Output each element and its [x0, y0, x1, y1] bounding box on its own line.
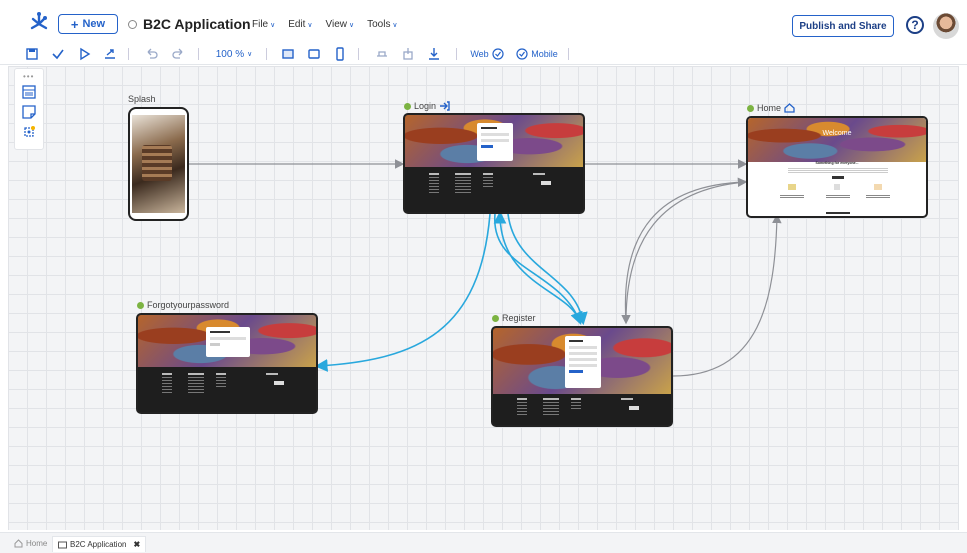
node-name: Login [414, 101, 437, 111]
node-name: Home [757, 103, 782, 113]
status-dot [404, 102, 411, 110]
home-icon [784, 103, 795, 113]
connector-register-home[interactable] [624, 177, 748, 323]
status-dot [747, 104, 754, 112]
node-label-forgot-password: Forgotyourpassword [137, 300, 229, 310]
tab-b2c-application[interactable]: B2C Application ✖ [52, 536, 147, 552]
connector-home-register[interactable] [621, 181, 746, 325]
document-tabs: Home B2C Application ✖ [0, 532, 967, 553]
forgot-footer [138, 367, 316, 412]
node-label-login: Login [404, 101, 450, 111]
login-icon [440, 101, 450, 111]
splash-image [132, 115, 185, 213]
tab-label: B2C Application [70, 540, 127, 549]
home-icon [14, 539, 23, 548]
close-icon[interactable]: ✖ [133, 540, 140, 549]
node-login[interactable] [403, 113, 585, 214]
tab-label: Home [26, 539, 48, 548]
node-forgot-password[interactable] [136, 313, 318, 414]
forgot-form-card [206, 327, 250, 357]
node-name: Splash [128, 94, 156, 104]
home-hero-art [748, 118, 926, 162]
node-home[interactable]: Welcome Something for everyone... [746, 116, 928, 218]
tab-home[interactable]: Home [14, 536, 47, 551]
node-splash[interactable] [128, 107, 189, 221]
connector-register-home-2[interactable] [672, 213, 782, 377]
register-form-card [565, 336, 601, 388]
connector-login-forgot[interactable] [314, 213, 491, 372]
status-dot [492, 314, 499, 322]
node-label-home: Home [747, 103, 795, 113]
login-form-card [477, 123, 513, 161]
home-welcome-text: Welcome [822, 130, 852, 137]
node-name: Forgotyourpassword [147, 300, 230, 310]
register-footer [493, 394, 671, 425]
status-dot [137, 301, 144, 309]
folder-icon [58, 541, 67, 548]
flow-connectors [188, 159, 782, 377]
node-name: Register [502, 313, 536, 323]
login-footer [405, 167, 583, 212]
node-register[interactable] [491, 326, 673, 427]
node-label-register: Register [492, 313, 536, 323]
node-label-splash: Splash [128, 94, 156, 104]
home-section-title: Something for everyone... [815, 161, 859, 165]
